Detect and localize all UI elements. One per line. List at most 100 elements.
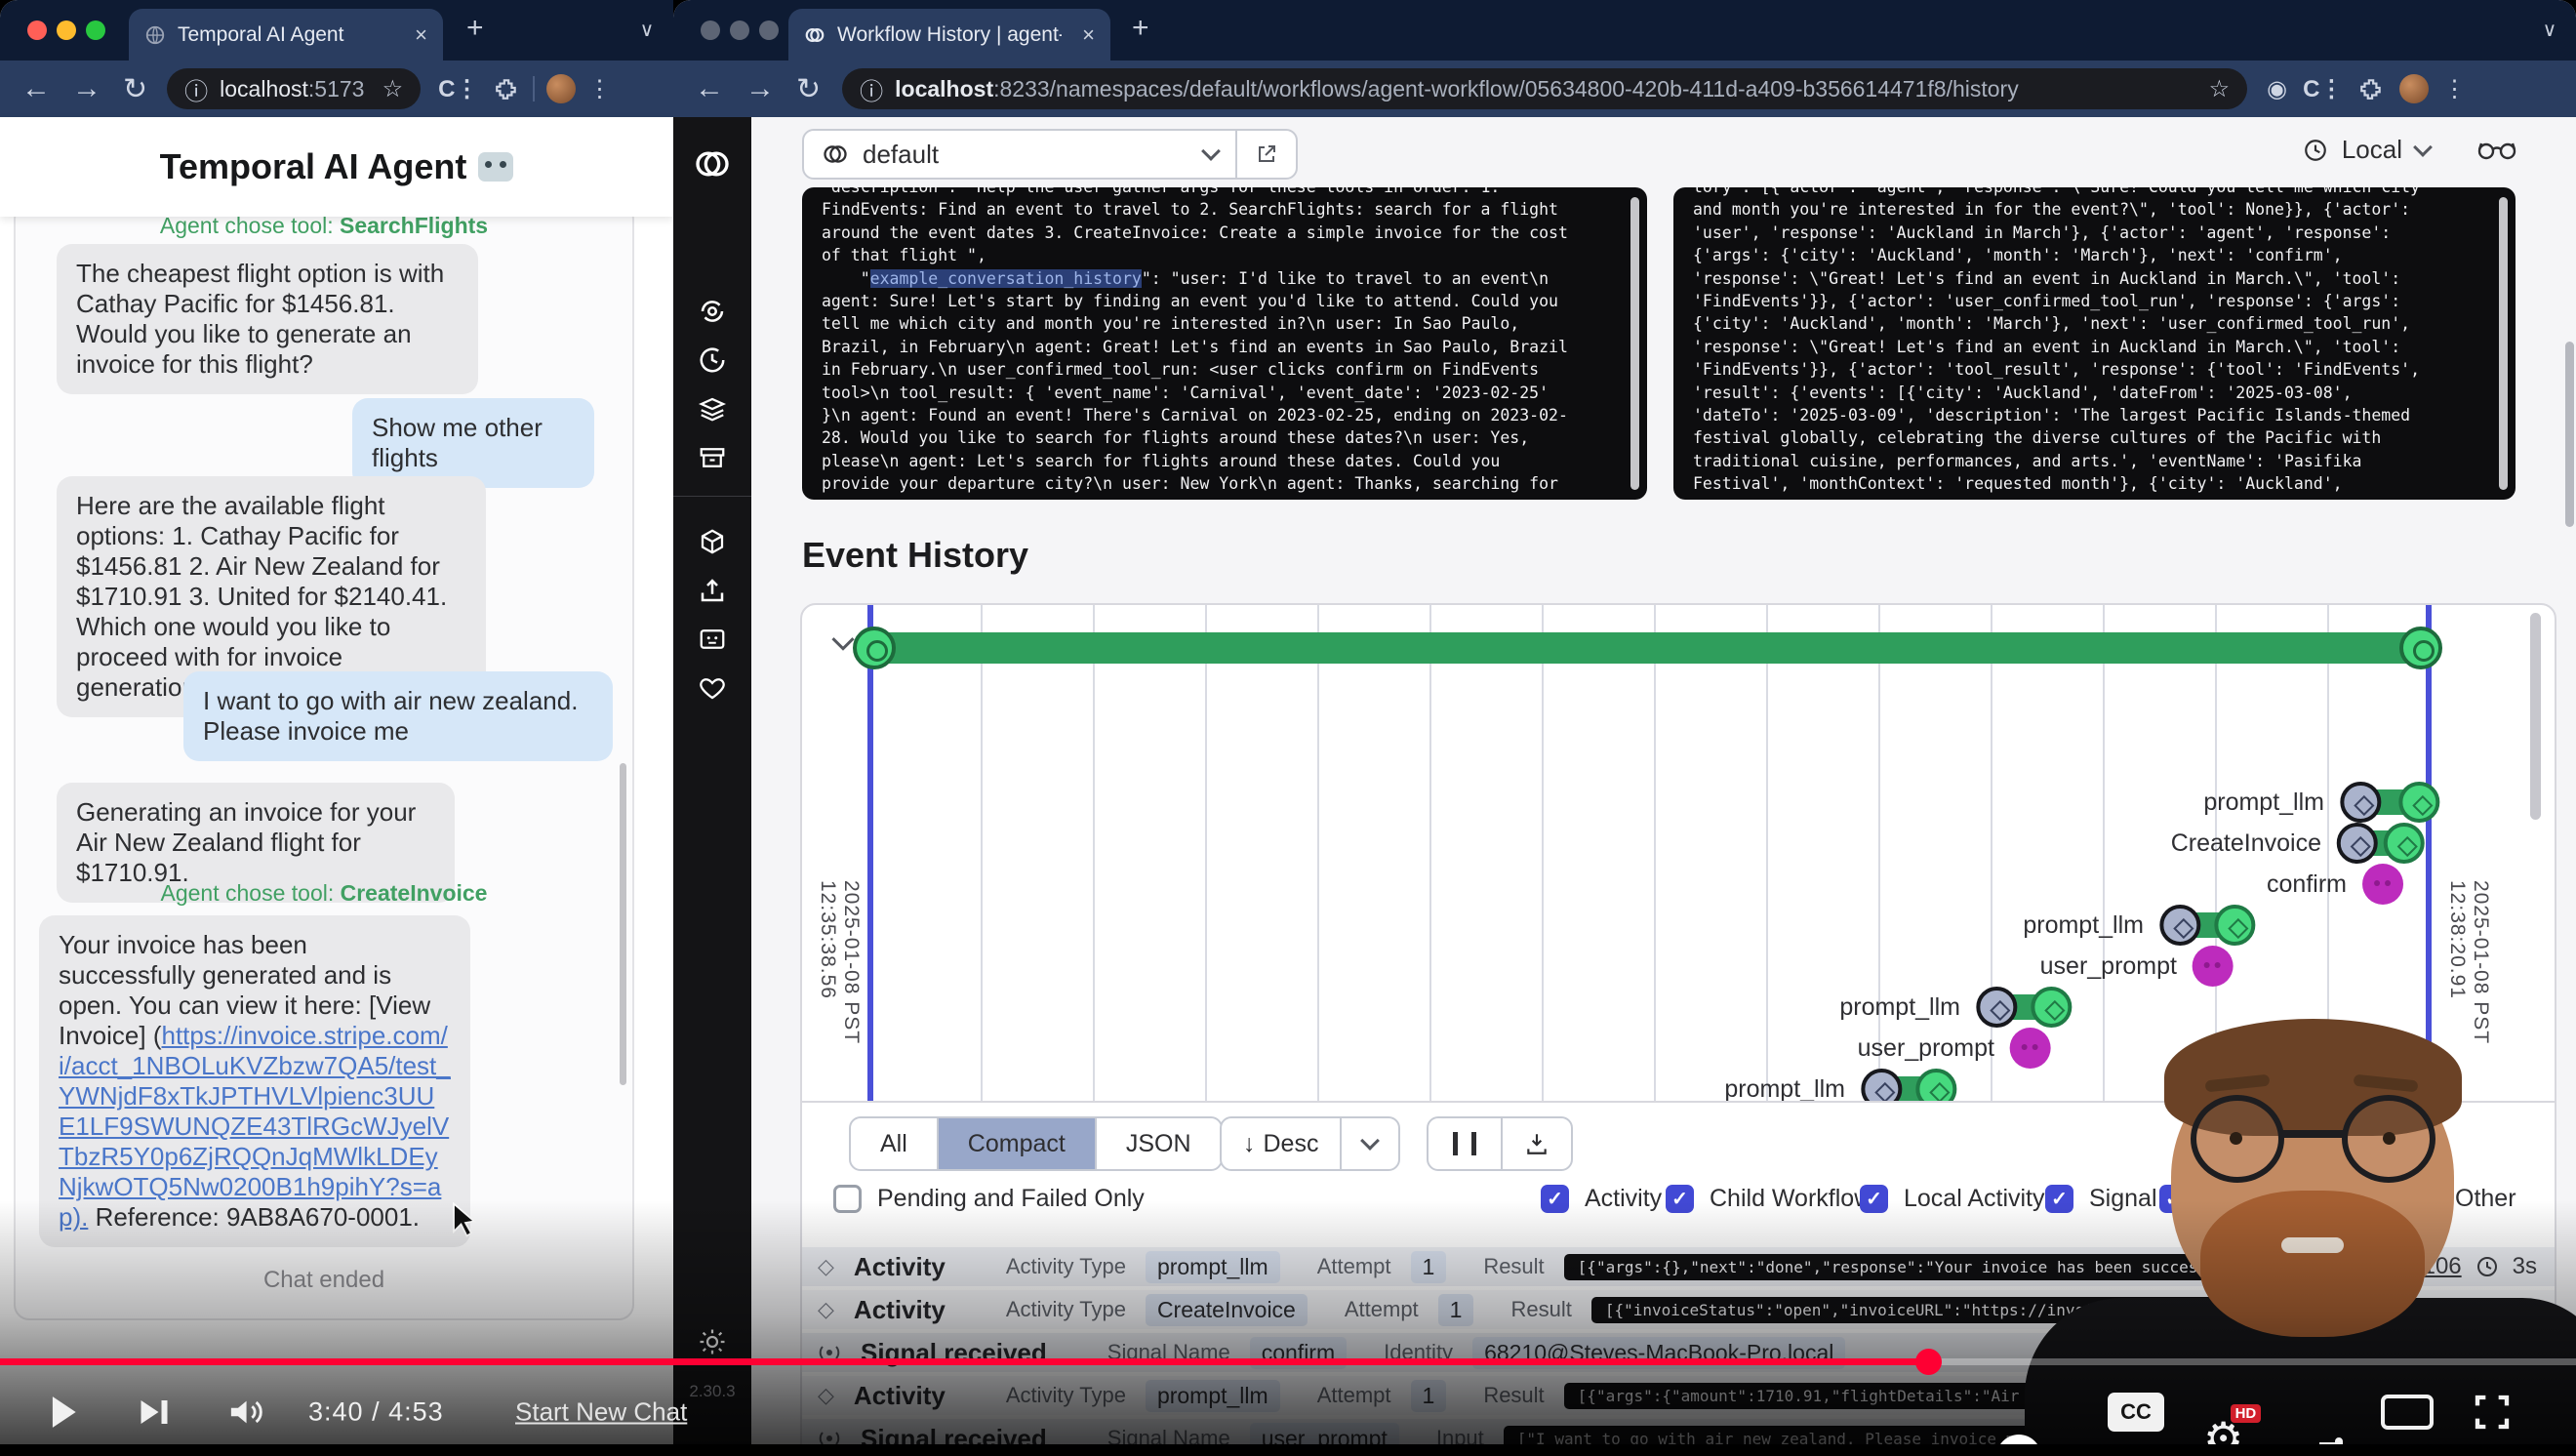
progress-scrubber[interactable] <box>1915 1349 1942 1375</box>
play-button[interactable] <box>47 1394 80 1431</box>
start-new-chat-link[interactable]: Start New Chat <box>515 1397 687 1428</box>
captions-button[interactable]: CC <box>2108 1393 2164 1432</box>
expand-diamond-icon[interactable]: ◇ <box>818 1297 834 1322</box>
back-button[interactable]: ← <box>695 72 724 105</box>
reload-button[interactable]: ↻ <box>123 72 147 106</box>
export-upload-icon[interactable] <box>698 576 727 605</box>
left-tab-strip: Temporal AI Agent × + ∨ <box>0 0 673 61</box>
close-window-button[interactable] <box>27 20 47 40</box>
sort-chevron-button[interactable] <box>1340 1118 1398 1169</box>
theme-sun-icon[interactable] <box>698 1327 727 1356</box>
close-window-button[interactable] <box>701 20 720 40</box>
feedback-screen-icon[interactable] <box>698 625 727 654</box>
extension-c-icon[interactable]: C⋮ <box>438 75 478 103</box>
heart-icon[interactable] <box>698 673 727 703</box>
timeline-row[interactable]: user_prompt <box>2040 946 2234 987</box>
timeline-start-timestamp: 2025-01-08 PST 12:35:38.56 <box>816 880 863 1101</box>
checkbox-unchecked-icon[interactable] <box>833 1185 862 1213</box>
signal-marker <box>2193 946 2234 987</box>
archive-box-icon[interactable] <box>698 443 727 472</box>
forward-button[interactable]: → <box>745 72 775 105</box>
reader-glasses-icon[interactable] <box>2476 135 2517 164</box>
chat-scrollbar[interactable] <box>620 763 626 1085</box>
eye-extension-icon[interactable]: ◉ <box>2267 75 2287 103</box>
zoom-window-button[interactable] <box>86 20 105 40</box>
globe-favicon-icon <box>144 24 166 46</box>
timeline-row[interactable]: prompt_llm <box>2203 782 2439 823</box>
timeline-row[interactable]: prompt_llm <box>1724 1069 1956 1103</box>
activity-checkbox[interactable]: ✓ Activity <box>1541 1185 1662 1213</box>
namespaces-icon[interactable] <box>698 297 727 326</box>
workflow-result-code-panel[interactable]: tory': [{'actor': 'agent', 'response': \… <box>1673 187 2516 500</box>
site-info-icon[interactable]: ⓘ <box>860 72 883 106</box>
new-tab-button[interactable]: + <box>466 12 484 45</box>
close-tab-icon[interactable]: × <box>1082 22 1095 48</box>
temporal-logo-icon[interactable] <box>693 144 732 183</box>
robot-icon <box>478 152 513 182</box>
namespace-value: default <box>863 140 939 170</box>
tab-search-chevron-icon[interactable]: ∨ <box>2533 16 2566 45</box>
timeline-row[interactable]: prompt_llm <box>2023 905 2255 946</box>
extensions-puzzle-icon[interactable] <box>2358 76 2384 101</box>
page-scrollbar[interactable] <box>2565 342 2574 527</box>
workflow-start-marker <box>853 627 896 669</box>
code-panel-scrollbar[interactable] <box>1630 197 1639 490</box>
bookmark-star-icon[interactable]: ☆ <box>382 75 404 103</box>
timeline-row[interactable]: CreateInvoice <box>2171 823 2425 864</box>
menu-kebab-icon[interactable]: ⋮ <box>587 75 611 103</box>
volume-button[interactable] <box>228 1395 267 1430</box>
extensions-puzzle-icon[interactable] <box>494 76 519 101</box>
code-text: ": "user: I'd like to travel to an event… <box>822 269 1568 494</box>
new-tab-button[interactable]: + <box>1132 12 1149 45</box>
timeline-row[interactable]: confirm <box>2267 864 2403 905</box>
workflow-execution-bar[interactable] <box>870 632 2429 664</box>
view-compact-tab[interactable]: Compact <box>937 1118 1095 1169</box>
child-workflow-checkbox[interactable]: ✓ Child Workflow <box>1666 1185 1872 1213</box>
checkbox-checked-icon[interactable]: ✓ <box>1666 1185 1694 1213</box>
chat-ended-label: Chat ended <box>16 1267 632 1294</box>
close-tab-icon[interactable]: × <box>415 22 427 48</box>
bookmark-star-icon[interactable]: ☆ <box>2209 75 2231 103</box>
open-namespace-button[interactable] <box>1235 131 1296 178</box>
reload-button[interactable]: ↻ <box>796 72 821 106</box>
menu-kebab-icon[interactable]: ⋮ <box>2442 75 2466 103</box>
event-history-heading: Event History <box>802 535 1028 576</box>
sort-order-button: ↓ Desc <box>1220 1116 1400 1171</box>
browser-tab[interactable]: Temporal AI Agent × <box>129 9 443 61</box>
expand-diamond-icon[interactable]: ◇ <box>818 1254 834 1279</box>
cube-icon[interactable] <box>698 527 727 556</box>
profile-avatar[interactable] <box>546 74 576 103</box>
pause-button[interactable] <box>1429 1118 1501 1169</box>
minimize-window-button[interactable] <box>57 20 76 40</box>
minimize-window-button[interactable] <box>730 20 749 40</box>
code-panel-scrollbar[interactable] <box>2499 197 2508 490</box>
timeline-scrollbar[interactable] <box>2530 613 2541 820</box>
browser-tab[interactable]: Workflow History | agent-wor × <box>788 9 1110 61</box>
pending-failed-checkbox[interactable]: Pending and Failed Only <box>833 1185 1145 1213</box>
back-button[interactable]: ← <box>21 72 51 105</box>
timezone-select[interactable]: Local <box>2303 135 2430 165</box>
checkbox-checked-icon[interactable]: ✓ <box>1860 1185 1888 1213</box>
sort-desc-button[interactable]: ↓ Desc <box>1222 1118 1340 1169</box>
next-button[interactable] <box>137 1395 172 1430</box>
fullscreen-button[interactable] <box>2473 1393 2512 1432</box>
schedules-clock-icon[interactable] <box>698 345 727 375</box>
forward-button[interactable]: → <box>72 72 101 105</box>
address-bar[interactable]: ⓘ localhost:8233/namespaces/default/work… <box>842 68 2247 109</box>
profile-avatar[interactable] <box>2399 74 2429 103</box>
stack-layers-icon[interactable] <box>698 394 727 424</box>
zoom-window-button[interactable] <box>759 20 779 40</box>
theater-mode-button[interactable] <box>2381 1395 2434 1430</box>
video-progress-bar[interactable] <box>0 1358 2576 1365</box>
tab-search-chevron-icon[interactable]: ∨ <box>630 16 664 45</box>
checkbox-checked-icon[interactable]: ✓ <box>1541 1185 1569 1213</box>
extension-c-icon[interactable]: C⋮ <box>2303 75 2343 103</box>
workflow-input-code-panel[interactable]: "description": "Help the user gather arg… <box>802 187 1647 500</box>
address-bar[interactable]: ⓘ localhost:5173 ☆ <box>167 68 421 109</box>
view-json-tab[interactable]: JSON <box>1095 1118 1221 1169</box>
site-info-icon[interactable]: ⓘ <box>184 72 208 106</box>
view-all-tab[interactable]: All <box>851 1118 937 1169</box>
namespace-select[interactable]: default <box>802 129 1298 180</box>
download-button[interactable] <box>1501 1118 1571 1169</box>
invoice-link[interactable]: https://invoice.stripe.com/i/acct_1NBOLu… <box>59 1021 451 1232</box>
